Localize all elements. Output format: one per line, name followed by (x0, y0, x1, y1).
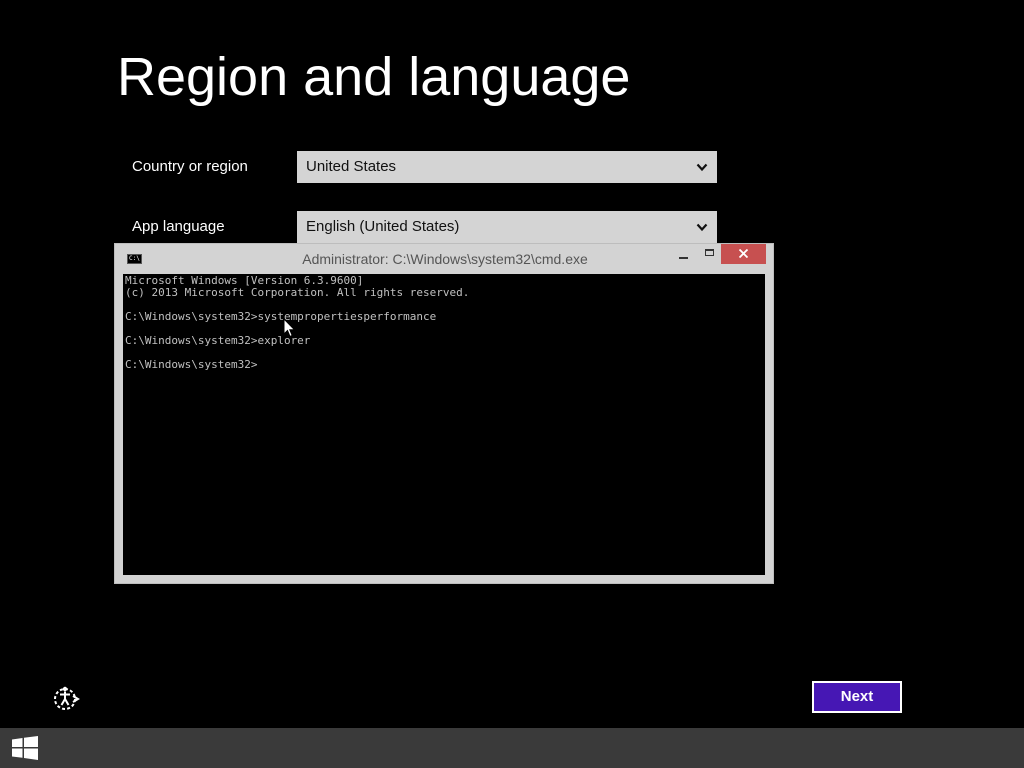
country-region-value: United States (306, 158, 397, 175)
mouse-pointer-icon (283, 318, 296, 338)
console-line: (c) 2013 Microsoft Corporation. All righ… (125, 286, 470, 299)
country-region-label: Country or region (132, 158, 248, 175)
app-language-label: App language (132, 218, 225, 235)
minimize-button[interactable] (671, 244, 697, 264)
app-language-value: English (United States) (306, 218, 460, 235)
start-button[interactable] (0, 728, 50, 768)
windows-logo-icon (12, 736, 38, 760)
console-line: C:\Windows\system32>explorer (125, 334, 311, 347)
console-line: C:\Windows\system32>systempropertiesperf… (125, 310, 437, 323)
country-region-select[interactable]: United States (297, 151, 717, 183)
close-icon (739, 249, 748, 258)
page-title: Region and language (117, 47, 631, 107)
cmd-console[interactable]: Microsoft Windows [Version 6.3.9600] (c)… (123, 274, 765, 575)
app-language-select[interactable]: English (United States) (297, 211, 717, 243)
next-button[interactable]: Next (812, 681, 902, 713)
setup-screen: Region and language Country or region Un… (0, 0, 1024, 768)
cmd-window[interactable]: C:\ Administrator: C:\Windows\system32\c… (114, 243, 774, 584)
cmd-titlebar[interactable]: C:\ Administrator: C:\Windows\system32\c… (115, 244, 773, 274)
chevron-down-icon (696, 223, 708, 232)
console-line: C:\Windows\system32> (125, 358, 258, 371)
chevron-down-icon (696, 163, 708, 172)
ease-of-access-icon[interactable] (52, 684, 80, 712)
maximize-button[interactable] (697, 244, 723, 264)
close-button[interactable] (721, 244, 766, 264)
taskbar (0, 728, 1024, 768)
